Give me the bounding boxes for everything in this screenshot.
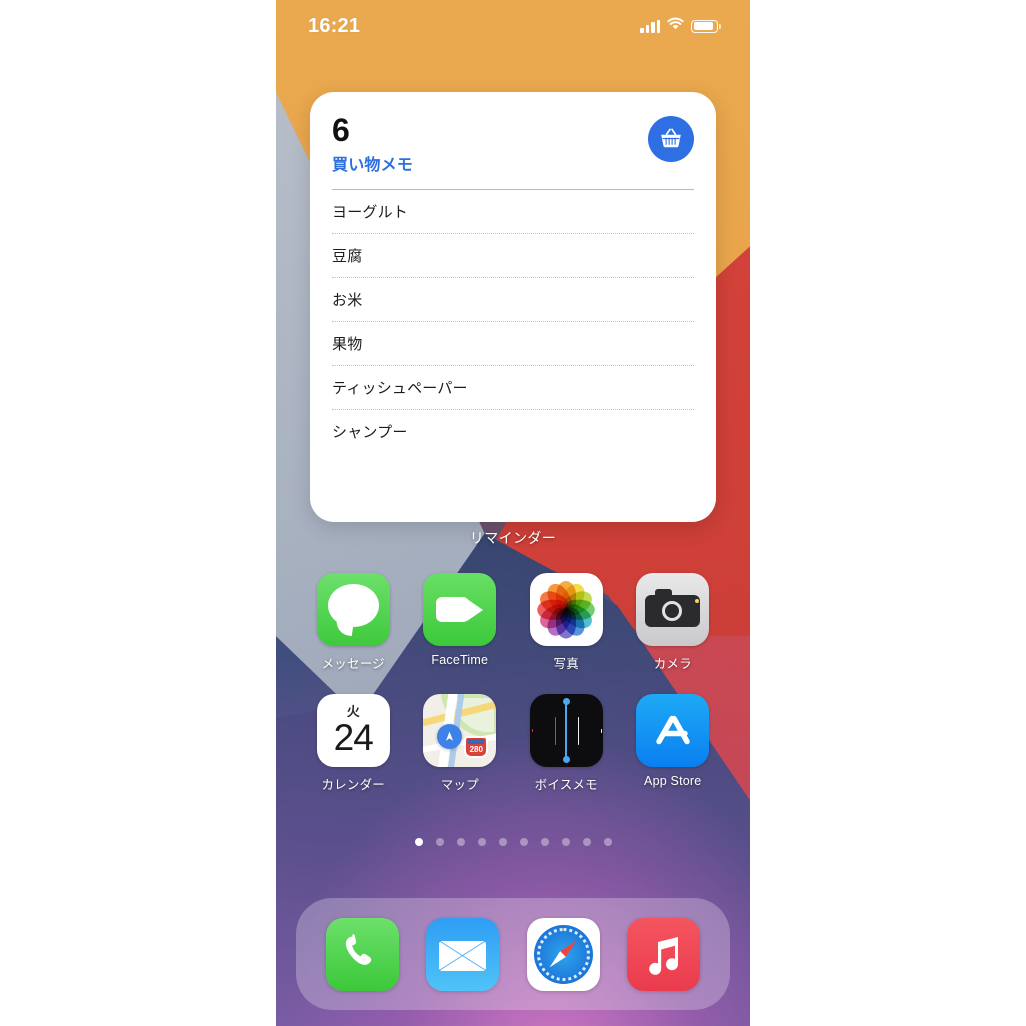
app-grid-row-2: 火 24 カレンダー 280 マップ ボイスメモ App Store [276,694,750,793]
reminders-widget[interactable]: 6 買い物メモ ヨーグルト 豆腐 お米 果物 ティッシュペーパー シャンプー [310,92,716,522]
widget-header: 6 買い物メモ [332,114,694,175]
status-indicators [640,17,721,35]
phone-icon[interactable] [325,917,399,991]
safari-icon[interactable] [526,917,600,991]
page-dot[interactable] [519,838,528,846]
route-shield-number: 280 [469,745,483,754]
messages-icon[interactable] [316,573,390,646]
list-item[interactable]: 果物 [332,322,694,366]
page-dot[interactable] [603,838,612,846]
wifi-icon [667,17,684,35]
calendar-day-number: 24 [333,717,374,758]
page-dot-active[interactable] [414,838,423,846]
iphone-home-screen: 16:21 6 買い物メモ ヨーグルト 豆腐 お米 果物 ティッシュペーパー シ… [276,0,750,1026]
status-bar: 16:21 [276,0,750,52]
app-grid-row-1: メッセージ FaceTime 写真 カメラ [276,573,750,672]
maps-icon[interactable]: 280 [423,694,497,767]
app-calendar[interactable]: 火 24 カレンダー [310,694,396,793]
list-item[interactable]: 豆腐 [332,234,694,278]
reminder-list-title[interactable]: 買い物メモ [332,151,413,175]
calendar-icon[interactable]: 火 24 [316,694,390,767]
reminder-list: ヨーグルト 豆腐 お米 果物 ティッシュペーパー シャンプー [332,190,694,453]
maps-route-shield: 280 [464,736,489,758]
app-label: カレンダー [321,778,385,792]
list-item[interactable]: お米 [332,278,694,322]
page-dot[interactable] [561,838,570,846]
page-dot[interactable] [498,838,507,846]
app-maps[interactable]: 280 マップ [417,694,503,793]
cellular-signal-icon [640,19,660,33]
list-item[interactable]: ヨーグルト [332,190,694,234]
mail-icon[interactable] [426,917,500,991]
app-label: App Store [644,774,702,788]
camera-icon[interactable] [636,573,710,646]
shopping-basket-icon [648,116,694,162]
page-dot[interactable] [582,838,591,846]
app-label: FaceTime [431,653,489,667]
status-time: 16:21 [308,14,361,37]
list-item[interactable]: ティッシュペーパー [332,366,694,410]
app-voice-memos[interactable]: ボイスメモ [523,694,609,793]
dock [296,898,730,1010]
facetime-icon[interactable] [423,573,497,646]
app-store-icon[interactable] [636,694,710,767]
app-camera[interactable]: カメラ [630,573,716,672]
voice-memos-icon[interactable] [529,694,603,767]
page-dot[interactable] [456,838,465,846]
reminder-count: 6 [332,112,350,148]
app-app-store[interactable]: App Store [630,694,716,793]
photos-icon[interactable] [529,573,603,646]
app-label: マップ [440,778,479,792]
app-label: ボイスメモ [534,778,598,792]
page-dot[interactable] [540,838,549,846]
app-facetime[interactable]: FaceTime [417,573,503,672]
music-icon[interactable] [627,917,701,991]
screenshot-canvas: 16:21 6 買い物メモ ヨーグルト 豆腐 お米 果物 ティッシュペーパー シ… [0,0,1026,1026]
page-dot[interactable] [435,838,444,846]
list-item[interactable]: シャンプー [332,410,694,453]
app-label: 写真 [553,657,579,671]
app-label: メッセージ [321,657,385,671]
widget-header-text: 6 買い物メモ [332,114,413,175]
page-dot[interactable] [477,838,486,846]
app-messages[interactable]: メッセージ [310,573,396,672]
app-photos[interactable]: 写真 [523,573,609,672]
page-indicator-dots[interactable] [276,838,750,846]
widget-app-label: リマインダー [469,530,557,546]
battery-icon [691,19,721,33]
app-label: カメラ [653,657,692,671]
